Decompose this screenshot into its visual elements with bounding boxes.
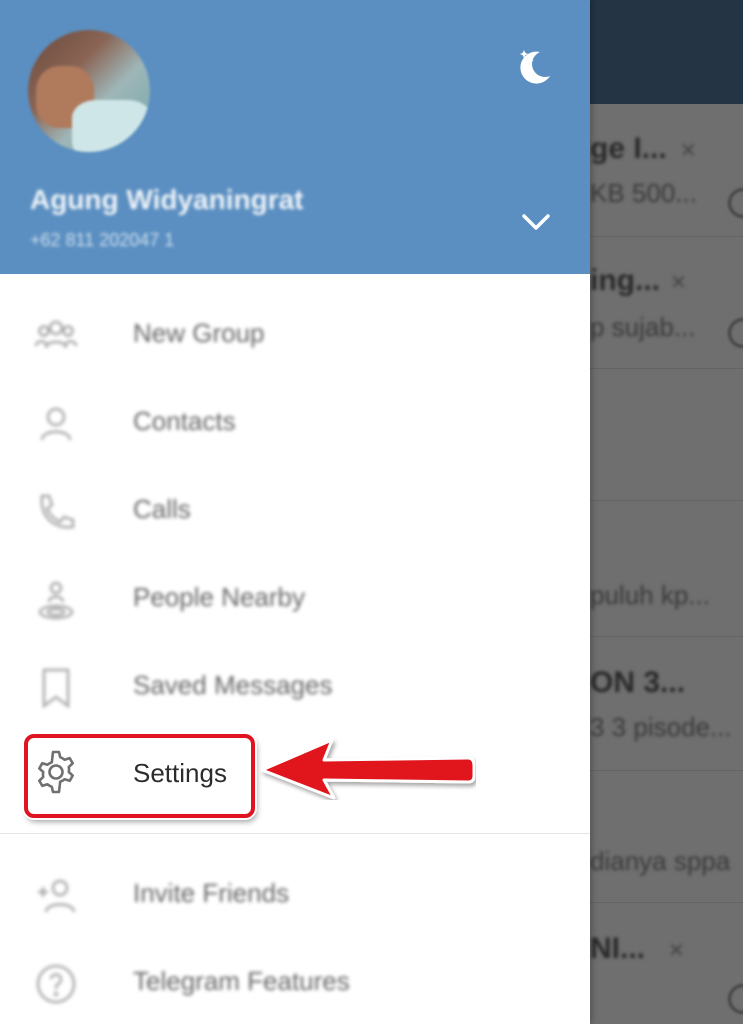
- help-icon: [32, 960, 80, 1008]
- people-nearby-icon: [32, 576, 80, 624]
- user-name: Agung Widyaningrat: [30, 184, 304, 215]
- menu-item-label: Calls: [133, 494, 191, 524]
- menu-item-telegram-features[interactable]: Telegram Features: [0, 938, 590, 1024]
- menu-item-label: Saved Messages: [133, 670, 333, 700]
- menu-item-contacts[interactable]: Contacts: [0, 378, 590, 466]
- group-icon: [32, 312, 80, 360]
- menu-item-calls[interactable]: Calls: [0, 466, 590, 554]
- chat-preview: dianya sppa: [590, 846, 731, 876]
- menu-divider: [0, 833, 590, 834]
- navigation-drawer: Agung Widyaningrat +62 811 202047 1 New …: [0, 0, 590, 1024]
- menu-item-label: New Group: [133, 318, 265, 348]
- chat-unread-badge: [728, 318, 743, 348]
- chevron-down-icon[interactable]: [516, 202, 556, 242]
- menu-item-label: People Nearby: [133, 582, 305, 612]
- chat-title: ing...: [590, 264, 660, 297]
- pointer-arrow-icon: [258, 736, 476, 800]
- chat-preview: KB 500...: [590, 178, 697, 208]
- chat-preview: p sujab...: [590, 312, 696, 342]
- chat-title: NI...: [590, 932, 646, 965]
- menu-item-label: Telegram Features: [133, 966, 350, 996]
- contact-icon: [32, 400, 80, 448]
- drawer-header: Agung Widyaningrat +62 811 202047 1: [0, 0, 590, 274]
- chat-title: ge I...: [590, 132, 667, 165]
- menu-item-saved-messages[interactable]: Saved Messages: [0, 642, 590, 730]
- menu-item-new-group[interactable]: New Group: [0, 290, 590, 378]
- chat-mute-icon: ✕: [668, 940, 685, 962]
- drawer-menu-secondary: Invite Friends Telegram Features: [0, 850, 590, 1024]
- chat-unread-badge: [728, 188, 743, 218]
- menu-item-label: Invite Friends: [133, 878, 290, 908]
- chat-title: ON 3...: [590, 666, 686, 699]
- menu-item-invite-friends[interactable]: Invite Friends: [0, 850, 590, 938]
- avatar[interactable]: [28, 30, 150, 152]
- menu-item-people-nearby[interactable]: People Nearby: [0, 554, 590, 642]
- bookmark-icon: [32, 664, 80, 712]
- chat-preview: 3 3 pisode...: [590, 712, 732, 742]
- chat-preview: puluh kp...: [590, 580, 710, 610]
- phone-icon: [32, 488, 80, 536]
- chat-mute-icon: ✕: [670, 272, 687, 294]
- user-phone: +62 811 202047 1: [30, 230, 175, 250]
- chat-unread-badge: [728, 984, 743, 1014]
- menu-item-label: Contacts: [133, 406, 236, 436]
- settings-highlight-box: [24, 734, 255, 818]
- chat-mute-icon: ✕: [680, 140, 697, 162]
- add-user-icon: [32, 872, 80, 920]
- night-mode-icon[interactable]: [512, 44, 556, 88]
